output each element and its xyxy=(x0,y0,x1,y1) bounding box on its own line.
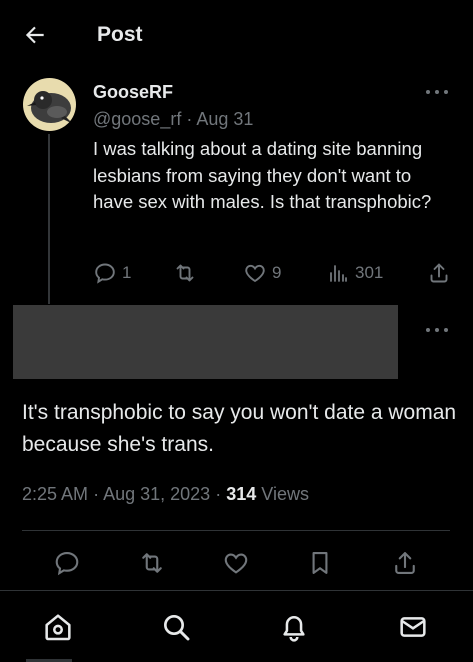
like-button[interactable] xyxy=(222,549,250,577)
bottom-navigation xyxy=(0,590,473,662)
separator-dot: · xyxy=(215,484,222,504)
heart-icon xyxy=(245,264,265,283)
bookmark-icon xyxy=(312,552,328,574)
share-icon xyxy=(395,552,415,574)
handle-line: @goose_rf · Aug 31 xyxy=(93,109,253,130)
share-icon xyxy=(430,263,448,283)
repost-button[interactable] xyxy=(173,258,197,288)
views-label: Views xyxy=(261,484,309,504)
home-icon[interactable] xyxy=(42,611,74,643)
separator-dot: · xyxy=(93,484,100,504)
comment-icon xyxy=(55,552,79,576)
repost-button[interactable] xyxy=(138,549,166,577)
repost-icon xyxy=(176,264,194,282)
repost-icon xyxy=(142,553,162,573)
views-button[interactable]: 301 xyxy=(326,258,383,288)
like-count: 9 xyxy=(272,263,282,282)
redacted-user-info xyxy=(13,305,398,379)
reply-count: 1 xyxy=(122,263,132,282)
thread-connector-line xyxy=(48,134,50,304)
analytics-icon xyxy=(330,265,347,282)
post-text: It's transphobic to say you won't date a… xyxy=(22,401,457,456)
post-time[interactable]: 2:25 AM xyxy=(22,484,88,504)
more-options-icon[interactable] xyxy=(426,88,448,96)
page-title: Post xyxy=(97,23,143,46)
views-count: 314 xyxy=(226,484,257,504)
reply-button[interactable]: 1 xyxy=(93,258,131,288)
reply-action-bar: 1 9 301 xyxy=(93,258,458,288)
messages-icon[interactable] xyxy=(397,611,429,643)
post-metadata: 2:25 AM · Aug 31, 2023 · 314 Views xyxy=(22,484,309,505)
more-options-icon[interactable] xyxy=(426,326,448,334)
post-action-bar xyxy=(0,545,473,581)
separator-dot: · xyxy=(186,109,193,129)
share-button[interactable] xyxy=(427,258,451,288)
display-name[interactable]: GooseRF xyxy=(93,82,173,103)
arrow-left-icon[interactable] xyxy=(22,22,48,48)
view-count: 301 xyxy=(355,263,384,282)
handle[interactable]: @goose_rf xyxy=(93,109,181,129)
post-date[interactable]: Aug 31 xyxy=(196,109,253,129)
divider xyxy=(22,530,450,531)
share-button[interactable] xyxy=(391,549,419,577)
notifications-icon[interactable] xyxy=(278,611,310,643)
reply-button[interactable] xyxy=(53,549,81,577)
comment-icon xyxy=(95,263,115,284)
like-button[interactable]: 9 xyxy=(243,258,281,288)
avatar[interactable] xyxy=(23,78,76,131)
reply-text: I was talking about a dating site bannin… xyxy=(93,138,432,212)
heart-icon xyxy=(224,553,248,574)
search-icon[interactable] xyxy=(160,611,192,643)
top-bar: Post xyxy=(0,0,473,70)
bookmark-button[interactable] xyxy=(306,549,334,577)
post-date[interactable]: Aug 31, 2023 xyxy=(103,484,210,504)
